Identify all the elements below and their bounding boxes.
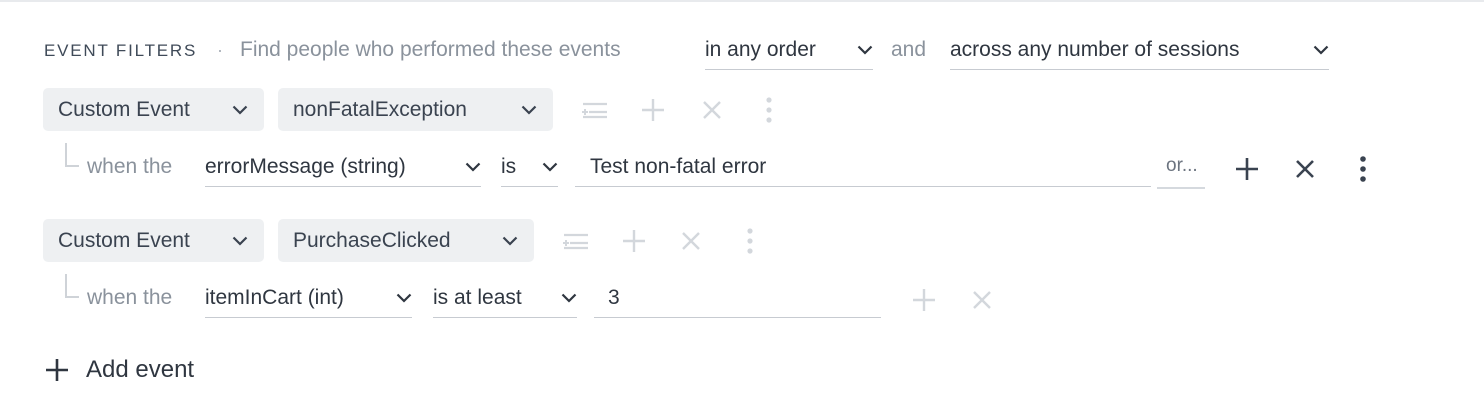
chevron-down-icon [396,293,412,303]
plus-icon[interactable] [909,285,939,315]
value-input[interactable] [575,151,1151,187]
chevron-down-icon [465,162,481,172]
chevron-down-icon [561,293,577,303]
more-vertical-icon[interactable] [754,95,784,125]
value-text-field[interactable] [590,154,1151,179]
condition-connector [65,274,79,298]
add-event-button[interactable]: Add event [44,356,194,384]
more-vertical-icon[interactable] [735,226,765,256]
when-label: when the [87,286,173,309]
event-type-label: Custom Event [58,97,190,121]
section-title: EVENT FILTERS [44,41,198,60]
close-icon[interactable] [1290,154,1320,184]
plus-icon [44,357,70,383]
event-name-label: PurchaseClicked [293,228,451,252]
close-icon[interactable] [697,95,727,125]
plus-icon[interactable] [638,95,668,125]
property-label: itemInCart (int) [205,285,344,309]
chevron-down-icon [521,105,537,115]
property-select[interactable]: itemInCart (int) [205,282,412,318]
value-input[interactable] [594,282,881,318]
close-icon[interactable] [967,285,997,315]
operator-label: is at least [433,285,522,309]
order-select-label: in any order [705,37,816,61]
operator-label: is [501,154,517,178]
or-underline [1157,187,1205,189]
operator-select[interactable]: is [501,151,558,187]
more-vertical-icon[interactable] [1348,154,1378,184]
or-button[interactable]: or... [1166,155,1198,177]
operator-select[interactable]: is at least [433,282,577,318]
plus-icon[interactable] [619,226,649,256]
event-type-label: Custom Event [58,228,190,252]
order-select[interactable]: in any order [705,34,873,70]
close-icon[interactable] [676,226,706,256]
chevron-down-icon [232,105,248,115]
chevron-down-icon [1313,45,1329,55]
event-name-label: nonFatalException [293,97,467,121]
event-name-select[interactable]: nonFatalException [278,88,553,131]
section-description: Find people who performed these events [240,38,621,61]
event-type-select[interactable]: Custom Event [43,219,264,262]
event-name-select[interactable]: PurchaseClicked [278,219,534,262]
sessions-select[interactable]: across any number of sessions [950,34,1329,70]
property-select[interactable]: errorMessage (string) [205,151,481,187]
chevron-down-icon [502,236,518,246]
title-separator: · [217,40,223,60]
chevron-down-icon [232,236,248,246]
when-label: when the [87,155,173,178]
condition-connector [65,143,79,167]
plus-icon[interactable] [1232,154,1262,184]
sessions-select-label: across any number of sessions [950,37,1240,61]
event-type-select[interactable]: Custom Event [43,88,264,131]
chevron-down-icon [542,162,558,172]
chevron-down-icon [857,45,873,55]
value-text-field[interactable] [608,285,881,310]
property-label: errorMessage (string) [205,154,406,178]
top-divider [0,0,1484,2]
filter-add-icon[interactable] [561,226,591,256]
conjunction-label: and [891,38,927,61]
filter-add-icon[interactable] [580,95,610,125]
add-event-label: Add event [86,356,195,383]
